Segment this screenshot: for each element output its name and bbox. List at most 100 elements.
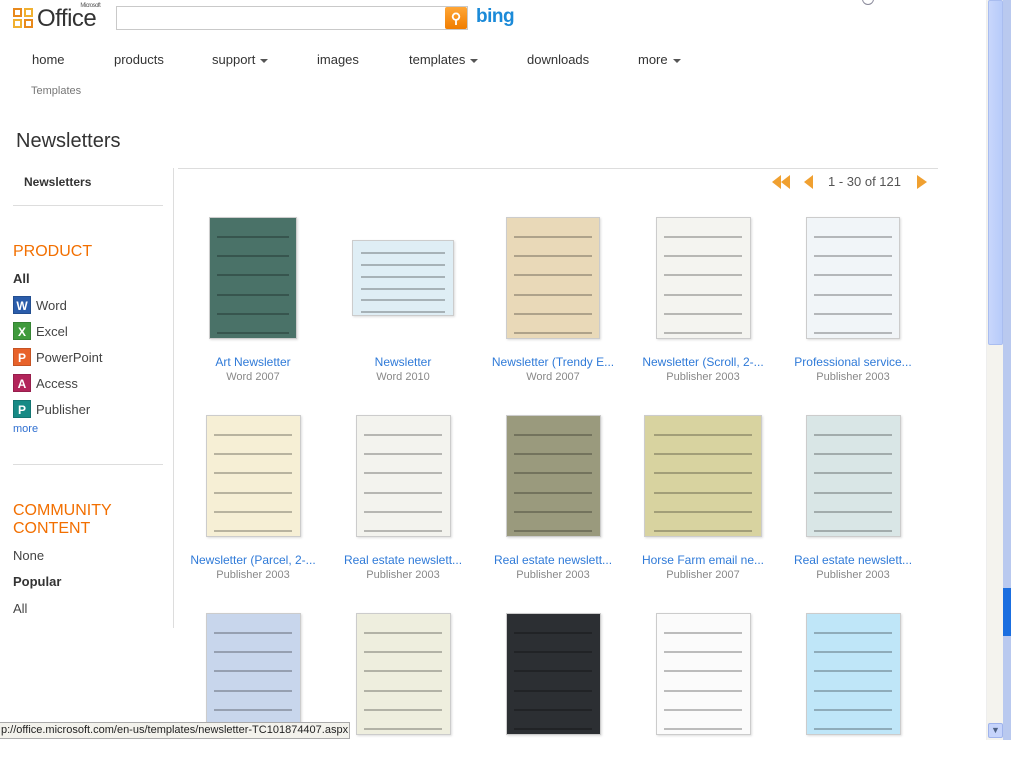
filter-label: Publisher (36, 401, 91, 417)
template-product-version: Publisher 2003 (216, 569, 290, 581)
filter-all[interactable]: All (13, 601, 27, 616)
template-title-link[interactable]: Real estate newslett... (478, 553, 628, 567)
template-item[interactable] (628, 608, 778, 735)
filter-product-excel[interactable]: X Excel (13, 322, 68, 340)
filter-product-powerpoint[interactable]: P PowerPoint (13, 348, 102, 366)
first-page-icon[interactable] (772, 174, 790, 189)
more-products-link[interactable]: more (13, 423, 38, 435)
nav-home[interactable]: home (32, 52, 65, 67)
template-item[interactable] (478, 608, 628, 735)
template-thumbnail[interactable] (644, 415, 762, 537)
template-title-link[interactable]: Real estate newslett... (778, 553, 928, 567)
template-product-version: Word 2007 (526, 371, 580, 383)
template-item[interactable]: Art Newsletter Word 2007 (178, 212, 328, 383)
template-thumbnail[interactable] (505, 415, 601, 537)
search-icon: ⚲ (450, 10, 462, 26)
office-logo[interactable]: Office Microsoft (13, 3, 101, 33)
globe-icon[interactable] (862, 0, 874, 5)
scrollbar-thumb[interactable] (988, 0, 1003, 345)
template-item[interactable]: Horse Farm email ne... Publisher 2007 (628, 410, 778, 581)
template-thumbnail[interactable] (505, 613, 601, 735)
template-title-link[interactable]: Newsletter (Scroll, 2-... (628, 355, 778, 369)
template-item[interactable]: Real estate newslett... Publisher 2003 (478, 410, 628, 581)
template-thumbnail[interactable] (209, 217, 297, 339)
template-product-version: Word 2010 (376, 371, 430, 383)
template-thumbnail[interactable] (655, 217, 751, 339)
prev-page-icon[interactable] (804, 174, 813, 189)
nav-label: templates (409, 52, 466, 67)
chevron-down-icon (260, 58, 269, 63)
next-page-icon[interactable] (917, 174, 927, 189)
word-icon: W (13, 296, 31, 314)
excel-icon: X (13, 322, 31, 340)
nav-label: images (317, 52, 359, 67)
nav-label: support (212, 52, 256, 67)
powerpoint-icon: P (13, 348, 31, 366)
template-item[interactable]: Newsletter (Parcel, 2-... Publisher 2003 (178, 410, 328, 581)
template-title-link[interactable]: Professional service... (778, 355, 928, 369)
template-title-link[interactable]: Horse Farm email ne... (628, 553, 778, 567)
filter-none[interactable]: None (13, 548, 44, 563)
filter-product-word[interactable]: W Word (13, 296, 67, 314)
sidebar-selected-category: Newsletters (24, 175, 92, 189)
template-item[interactable]: Professional service... Publisher 2003 (778, 212, 928, 383)
nav-images[interactable]: images (317, 52, 359, 67)
template-item[interactable]: Real estate newslett... Publisher 2003 (778, 410, 928, 581)
vertical-scrollbar[interactable]: ▼ (986, 0, 1003, 740)
filter-label: All (13, 271, 30, 286)
template-item[interactable] (328, 608, 478, 735)
template-item[interactable]: Real estate newslett... Publisher 2003 (328, 410, 478, 581)
template-product-version: Publisher 2007 (666, 569, 740, 581)
filter-label: Word (36, 297, 67, 313)
breadcrumb[interactable]: Templates (31, 85, 81, 97)
nav-label: downloads (527, 52, 590, 67)
template-thumbnail[interactable] (805, 415, 901, 537)
template-product-version: Publisher 2003 (816, 371, 890, 383)
template-title-link[interactable]: Real estate newslett... (328, 553, 478, 567)
access-icon: A (13, 374, 31, 392)
filter-label: Excel (36, 323, 68, 339)
filter-product-publisher[interactable]: P Publisher (13, 400, 90, 418)
logo-text: Office Microsoft (37, 3, 101, 32)
nav-more[interactable]: more (638, 52, 681, 67)
search-button[interactable]: ⚲ (445, 7, 467, 29)
template-item[interactable]: Newsletter Word 2010 (328, 212, 478, 383)
search-input[interactable] (116, 6, 468, 30)
template-thumbnail[interactable] (806, 217, 900, 339)
nav-support[interactable]: support (212, 52, 269, 67)
divider (13, 205, 163, 206)
template-title-link[interactable]: Newsletter (Parcel, 2-... (178, 553, 328, 567)
pager: 1 - 30 of 121 (772, 174, 927, 189)
template-thumbnail[interactable] (655, 613, 751, 735)
page-title: Newsletters (16, 130, 121, 152)
template-thumbnail[interactable] (205, 415, 301, 537)
template-thumbnail[interactable] (355, 613, 451, 735)
nav-templates[interactable]: templates (409, 52, 479, 67)
nav-label: home (32, 52, 65, 67)
template-item[interactable]: Newsletter (Scroll, 2-... Publisher 2003 (628, 212, 778, 383)
scroll-down-arrow-icon[interactable]: ▼ (988, 723, 1003, 738)
filter-product-access[interactable]: A Access (13, 374, 78, 392)
chevron-down-icon (672, 58, 681, 63)
nav-downloads[interactable]: downloads (527, 52, 589, 67)
divider (178, 168, 938, 169)
template-thumbnail[interactable] (805, 613, 901, 735)
template-title-link[interactable]: Newsletter (Trendy E... (478, 355, 628, 369)
template-thumbnail[interactable] (205, 613, 301, 735)
template-title-link[interactable]: Newsletter (328, 355, 478, 369)
template-thumbnail[interactable] (506, 217, 600, 339)
background-window (1003, 588, 1011, 636)
filter-label: Access (36, 375, 78, 391)
filter-popular[interactable]: Popular (13, 574, 61, 589)
template-thumbnail[interactable] (352, 240, 454, 316)
template-product-version: Publisher 2003 (366, 569, 440, 581)
chevron-down-icon (470, 58, 479, 63)
nav-products[interactable]: products (114, 52, 164, 67)
template-item[interactable] (778, 608, 928, 735)
template-product-version: Publisher 2003 (516, 569, 590, 581)
filter-all-products[interactable]: All (13, 271, 30, 286)
template-item[interactable]: Newsletter (Trendy E... Word 2007 (478, 212, 628, 383)
template-title-link[interactable]: Art Newsletter (178, 355, 328, 369)
template-thumbnail[interactable] (355, 415, 451, 537)
template-item[interactable] (178, 608, 328, 735)
